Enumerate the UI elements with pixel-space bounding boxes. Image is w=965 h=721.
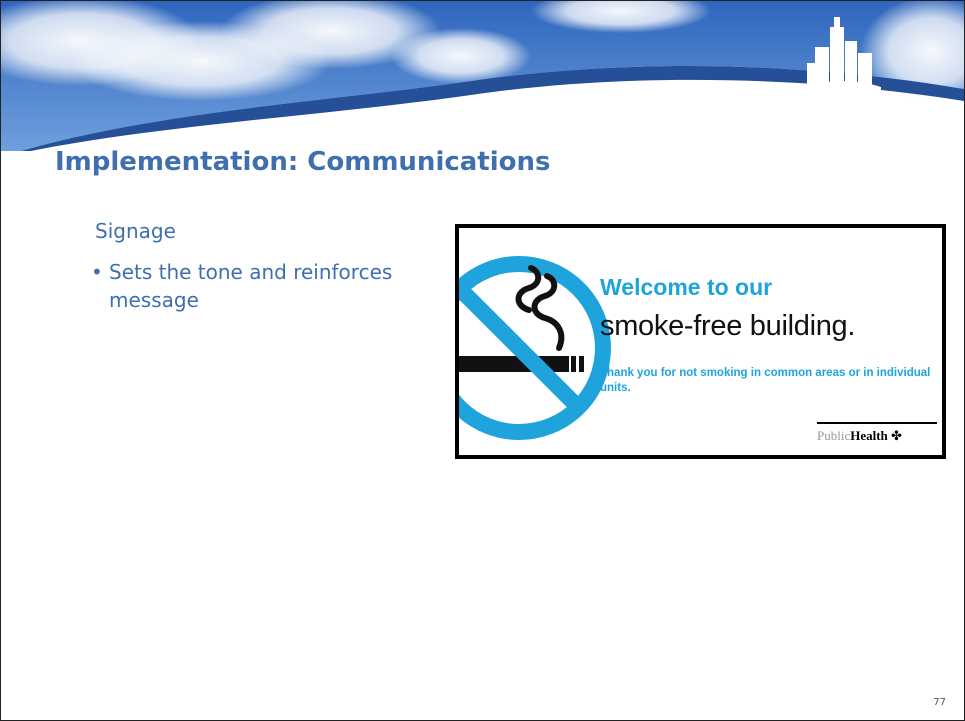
logo-line-1: SMOKE-FREE (814, 91, 870, 99)
subheading: Signage (95, 219, 176, 243)
bullet-dot-icon: • (91, 260, 103, 284)
sign-welcome-text: Welcome to our (600, 274, 773, 300)
sign-headline: smoke-free building. (600, 310, 856, 342)
slide-title: Implementation: Communications (55, 147, 551, 177)
public-health-logo: PublicHealth ✤ (817, 428, 902, 444)
smoke-free-sign-image: Welcome to our smoke-free building. Than… (455, 224, 946, 459)
slide: SMOKE-FREE HOUSING ONTARIO Implementatio… (0, 0, 965, 721)
trillium-icon: ✤ (887, 428, 902, 443)
smoke-free-housing-ontario-logo: SMOKE-FREE HOUSING ONTARIO (787, 7, 897, 117)
page-number: 77 (933, 697, 946, 708)
bullet-text: Sets the tone and reinforces message (109, 260, 393, 312)
no-smoking-icon (459, 256, 611, 440)
public-health-rule (817, 422, 937, 424)
logo-line-3: ONTARIO (822, 107, 862, 115)
city-skyline-icon (805, 17, 881, 91)
logo-line-2: HOUSING (821, 99, 863, 107)
bullet-item: • Sets the tone and reinforces message (91, 258, 409, 314)
public-health-suffix: Health (850, 428, 888, 443)
sign-message: Thank you for not smoking in common area… (600, 367, 931, 394)
public-health-prefix: Public (817, 428, 851, 443)
